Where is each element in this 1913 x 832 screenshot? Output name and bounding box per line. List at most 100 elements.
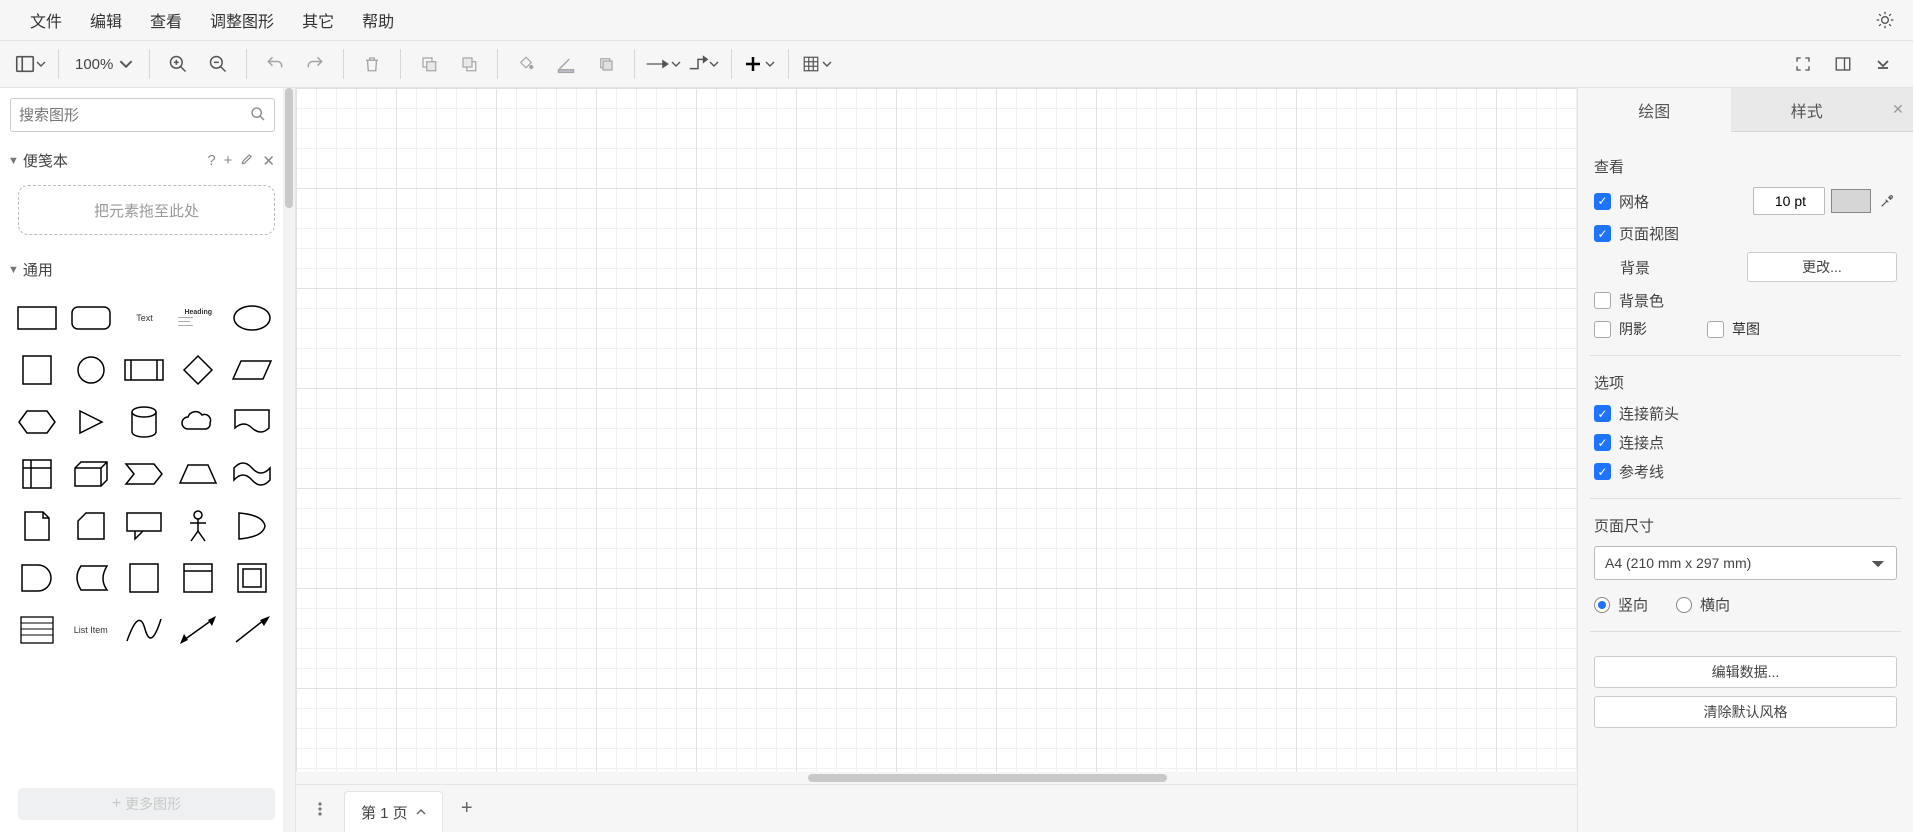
shape-list-item[interactable]: List Item bbox=[68, 608, 114, 652]
shadow-button[interactable] bbox=[588, 46, 624, 82]
zoom-level-dropdown[interactable]: 100% bbox=[69, 56, 139, 73]
shape-directional-arrow[interactable] bbox=[229, 608, 275, 652]
format-panel-toggle-button[interactable] bbox=[1825, 46, 1861, 82]
shape-cylinder[interactable] bbox=[122, 400, 168, 444]
waypoint-style-button[interactable] bbox=[685, 46, 721, 82]
shape-list[interactable] bbox=[14, 608, 60, 652]
scratchpad-add-icon[interactable]: + bbox=[224, 152, 233, 170]
orientation-portrait-radio[interactable] bbox=[1594, 597, 1610, 613]
background-change-button[interactable]: 更改... bbox=[1747, 252, 1897, 282]
page-tabs-menu-button[interactable] bbox=[296, 785, 344, 832]
shape-tape[interactable] bbox=[229, 452, 275, 496]
general-shapes-header[interactable]: ▼ 通用 bbox=[0, 249, 295, 288]
format-tab-style[interactable]: 样式 bbox=[1731, 88, 1884, 132]
shape-diamond[interactable] bbox=[175, 348, 221, 392]
redo-button[interactable] bbox=[297, 46, 333, 82]
scratchpad-edit-icon[interactable] bbox=[240, 152, 254, 170]
shadow-label[interactable]: 阴影 bbox=[1619, 319, 1647, 339]
shape-process[interactable] bbox=[122, 348, 168, 392]
sketch-label[interactable]: 草图 bbox=[1732, 319, 1760, 339]
shape-text[interactable]: Text bbox=[122, 296, 168, 340]
page-view-checkbox[interactable] bbox=[1594, 225, 1611, 242]
zoom-out-button[interactable] bbox=[200, 46, 236, 82]
guides-label[interactable]: 参考线 bbox=[1619, 461, 1664, 482]
background-color-checkbox[interactable] bbox=[1594, 292, 1611, 309]
scratchpad-close-icon[interactable]: ✕ bbox=[262, 152, 275, 170]
shape-parallelogram[interactable] bbox=[229, 348, 275, 392]
search-shapes-input[interactable] bbox=[19, 107, 250, 124]
more-shapes-button[interactable]: + 更多图形 bbox=[18, 788, 275, 820]
shape-curve[interactable] bbox=[122, 608, 168, 652]
shape-textbox[interactable]: Heading ━━━━━━━━━━━━━━━━━ bbox=[175, 296, 221, 340]
grid-color-swatch[interactable] bbox=[1831, 189, 1871, 213]
orientation-landscape-label[interactable]: 横向 bbox=[1700, 594, 1730, 615]
orientation-portrait-label[interactable]: 竖向 bbox=[1618, 594, 1648, 615]
connection-arrows-checkbox[interactable] bbox=[1594, 405, 1611, 422]
fullscreen-button[interactable] bbox=[1785, 46, 1821, 82]
shape-cloud[interactable] bbox=[175, 400, 221, 444]
menu-extras[interactable]: 其它 bbox=[288, 2, 348, 38]
shape-hexagon[interactable] bbox=[14, 400, 60, 444]
page-size-select[interactable]: A4 (210 mm x 297 mm) bbox=[1594, 546, 1897, 580]
connection-points-label[interactable]: 连接点 bbox=[1619, 432, 1664, 453]
canvas-area[interactable] bbox=[296, 88, 1577, 784]
shape-and[interactable] bbox=[14, 556, 60, 600]
table-button[interactable] bbox=[799, 46, 835, 82]
shape-step[interactable] bbox=[122, 452, 168, 496]
shape-triangle[interactable] bbox=[68, 400, 114, 444]
scratchpad-header[interactable]: ▼ 便笺本 ? + ✕ bbox=[0, 140, 295, 179]
scratchpad-help-icon[interactable]: ? bbox=[207, 152, 215, 170]
menu-arrange[interactable]: 调整图形 bbox=[196, 2, 288, 38]
sidebar-toggle-button[interactable] bbox=[12, 46, 48, 82]
shape-circle[interactable] bbox=[68, 348, 114, 392]
scratchpad-dropzone[interactable]: 把元素拖至此处 bbox=[18, 185, 275, 235]
shape-actor[interactable] bbox=[175, 504, 221, 548]
shape-square[interactable] bbox=[14, 348, 60, 392]
background-color-label[interactable]: 背景色 bbox=[1619, 290, 1664, 311]
shape-bidirectional-arrow[interactable] bbox=[175, 608, 221, 652]
edit-data-button[interactable]: 编辑数据... bbox=[1594, 656, 1897, 688]
shape-frame[interactable] bbox=[229, 556, 275, 600]
canvas-scrollbar-horizontal[interactable] bbox=[296, 772, 1577, 784]
add-page-button[interactable]: + bbox=[443, 785, 491, 832]
shape-rectangle[interactable] bbox=[14, 296, 60, 340]
shape-or[interactable] bbox=[229, 504, 275, 548]
eyedropper-icon[interactable] bbox=[1877, 189, 1897, 213]
orientation-landscape-radio[interactable] bbox=[1676, 597, 1692, 613]
fill-color-button[interactable] bbox=[508, 46, 544, 82]
shape-rounded-rectangle[interactable] bbox=[68, 296, 114, 340]
format-panel-close-icon[interactable]: ✕ bbox=[1883, 88, 1913, 132]
zoom-in-button[interactable] bbox=[160, 46, 196, 82]
page-tab-1[interactable]: 第 1 页 bbox=[344, 791, 443, 832]
shape-card[interactable] bbox=[68, 504, 114, 548]
connection-points-checkbox[interactable] bbox=[1594, 434, 1611, 451]
search-shapes-box[interactable] bbox=[10, 98, 275, 132]
to-back-button[interactable] bbox=[451, 46, 487, 82]
connection-arrows-label[interactable]: 连接箭头 bbox=[1619, 403, 1679, 424]
shadow-checkbox[interactable] bbox=[1594, 321, 1611, 338]
delete-button[interactable] bbox=[354, 46, 390, 82]
sidebar-scrollbar[interactable] bbox=[283, 88, 295, 832]
shape-note[interactable] bbox=[14, 504, 60, 548]
grid-size-input[interactable] bbox=[1753, 187, 1825, 215]
shape-cube[interactable] bbox=[68, 452, 114, 496]
grid-label[interactable]: 网格 bbox=[1619, 191, 1649, 212]
theme-toggle-icon[interactable] bbox=[1873, 8, 1897, 32]
shape-trapezoid[interactable] bbox=[175, 452, 221, 496]
shape-data-storage[interactable] bbox=[68, 556, 114, 600]
connection-style-button[interactable] bbox=[645, 46, 681, 82]
shape-document[interactable] bbox=[229, 400, 275, 444]
grid-checkbox[interactable] bbox=[1594, 193, 1611, 210]
sketch-checkbox[interactable] bbox=[1707, 321, 1724, 338]
menu-edit[interactable]: 编辑 bbox=[76, 2, 136, 38]
shape-titled-container[interactable] bbox=[175, 556, 221, 600]
menu-view[interactable]: 查看 bbox=[136, 2, 196, 38]
clear-default-style-button[interactable]: 清除默认风格 bbox=[1594, 696, 1897, 728]
undo-button[interactable] bbox=[257, 46, 293, 82]
collapse-panel-button[interactable] bbox=[1865, 46, 1901, 82]
shape-container[interactable] bbox=[122, 556, 168, 600]
shape-ellipse[interactable] bbox=[229, 296, 275, 340]
menu-file[interactable]: 文件 bbox=[16, 2, 76, 38]
insert-button[interactable] bbox=[742, 46, 778, 82]
shape-internal-storage[interactable] bbox=[14, 452, 60, 496]
